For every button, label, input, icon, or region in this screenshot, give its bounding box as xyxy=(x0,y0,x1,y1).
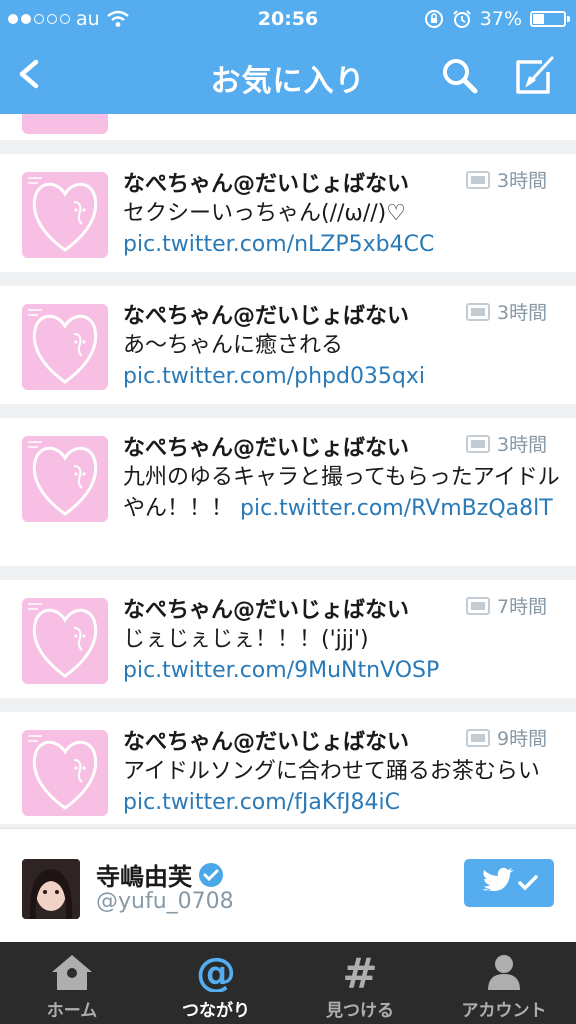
compose-icon[interactable] xyxy=(512,54,558,98)
tweet-avatar[interactable] xyxy=(22,436,108,522)
profile-name: 寺嶋由芙 xyxy=(96,863,192,891)
svg-text:#: # xyxy=(342,952,377,992)
tweet-avatar[interactable] xyxy=(22,598,108,684)
tweet-row[interactable]: なぺちゃん@だいじょばない 9時間アイドルソングに合わせて踊るお茶むらい pic.… xyxy=(0,698,576,824)
tweet-link[interactable]: pic.twitter.com/fJaKfJ84iC xyxy=(123,790,400,815)
tab-bar: ホーム @ つながり # 見つける アカウント xyxy=(0,942,576,1024)
battery-icon xyxy=(530,11,570,27)
tweet-row[interactable]: なぺちゃん@だいじょばない 7時間じぇじぇじぇ！！！('jjj') pic.twi… xyxy=(0,566,576,699)
follow-button[interactable] xyxy=(464,859,554,907)
tweet-text: セクシーいっちゃん(//ω//)♡ pic.twitter.com/nLZP5x… xyxy=(123,198,563,260)
tweet-author[interactable]: なぺちゃん@だいじょばない xyxy=(123,298,409,330)
profile-handle: @yufu_0708 xyxy=(96,889,234,914)
alarm-icon xyxy=(453,10,471,28)
rotation-lock-icon xyxy=(424,10,443,28)
tweet-separator xyxy=(0,698,576,712)
status-bar: au 20:56 37% xyxy=(0,0,576,40)
tweet-separator xyxy=(0,404,576,418)
media-icon xyxy=(466,729,490,747)
battery-percent: 37% xyxy=(479,8,522,30)
tab-home-label: ホーム xyxy=(46,1001,98,1021)
tweet-link[interactable]: pic.twitter.com/RVmBzQa8lT xyxy=(240,496,553,521)
tweet-time: 3時間 xyxy=(497,302,548,324)
twitter-bird-icon xyxy=(482,867,538,891)
page-title: お気に入り xyxy=(210,64,366,99)
tab-account[interactable]: アカウント xyxy=(432,942,576,1024)
profile-avatar[interactable] xyxy=(22,859,80,919)
tab-discover[interactable]: # 見つける xyxy=(288,942,432,1024)
tweet-time: 3時間 xyxy=(497,434,548,456)
tweet-author[interactable]: なぺちゃん@だいじょばない xyxy=(123,592,409,624)
tab-connect-label: つながり xyxy=(182,1001,250,1021)
tweet-row[interactable]: なぺちゃん@だいじょばない 3時間あ〜ちゃんに癒される pic.twitter.c… xyxy=(0,272,576,405)
tweet-avatar[interactable] xyxy=(22,172,108,258)
tweet-text: 九州のゆるキャラと撮ってもらったアイドルやん！！！ pic.twitter.co… xyxy=(123,462,563,524)
tweet-body: あ〜ちゃんに癒される xyxy=(123,333,344,358)
tweet-list[interactable]: なぺちゃん@だいじょばない 3時間 セクシーいっちゃん(//ω//)♡ pic.tw… xyxy=(0,114,576,824)
tweet-separator xyxy=(0,272,576,286)
tweet-time: 3時間 xyxy=(497,170,548,192)
tweet-link[interactable]: pic.twitter.com/nLZP5xb4CC xyxy=(123,232,434,257)
tweet-separator xyxy=(0,140,576,154)
media-icon xyxy=(466,171,490,189)
home-icon xyxy=(52,955,92,990)
tweet-body: セクシーいっちゃん(//ω//)♡ xyxy=(123,201,406,226)
tweet-text: じぇじぇじぇ！！！('jjj') pic.twitter.com/9MuNtnV… xyxy=(123,624,563,686)
tweet-body: じぇじぇじぇ！！！('jjj') xyxy=(123,627,369,652)
media-icon xyxy=(466,435,490,453)
tweet-author[interactable]: なぺちゃん@だいじょばない xyxy=(123,724,409,756)
tweet-body: アイドルソングに合わせて踊るお茶むらい xyxy=(123,759,540,784)
tweet-row[interactable]: なぺちゃん@だいじょばない 3時間セクシーいっちゃん(//ω//)♡ pic.tw… xyxy=(0,140,576,273)
tweet-author[interactable]: なぺちゃん@だいじょばない xyxy=(123,166,409,198)
tab-account-label: アカウント xyxy=(461,1001,547,1021)
tab-connect[interactable]: @ つながり xyxy=(144,942,288,1024)
tweet-text: アイドルソングに合わせて踊るお茶むらい pic.twitter.com/fJaK… xyxy=(123,756,563,818)
tweet-link[interactable]: pic.twitter.com/phpd035qxi xyxy=(123,364,425,389)
tweet-avatar[interactable] xyxy=(22,730,108,816)
at-icon: @ xyxy=(196,952,236,992)
tweet-row[interactable]: なぺちゃん@だいじょばない 3時間九州のゆるキャラと撮ってもらったアイドルやん！！… xyxy=(0,404,576,567)
person-icon xyxy=(488,955,520,990)
hash-icon: # xyxy=(342,952,377,992)
search-icon[interactable] xyxy=(440,56,480,96)
nav-bar: お気に入り xyxy=(0,40,576,114)
partial-tweet[interactable] xyxy=(0,114,576,141)
tweet-link[interactable]: pic.twitter.com/9MuNtnVOSP xyxy=(123,658,439,683)
svg-text:@: @ xyxy=(196,952,236,992)
tweet-text: あ〜ちゃんに癒される pic.twitter.com/phpd035qxi xyxy=(123,330,563,392)
tweet-time: 9時間 xyxy=(497,728,548,750)
tweet-time: 7時間 xyxy=(497,596,548,618)
media-icon xyxy=(466,597,490,615)
media-icon xyxy=(466,303,490,321)
profile-bar[interactable]: 寺嶋由芙 @yufu_0708 xyxy=(0,828,576,943)
tab-home[interactable]: ホーム xyxy=(0,942,144,1024)
tweet-separator xyxy=(0,566,576,580)
tweet-author[interactable]: なぺちゃん@だいじょばない xyxy=(123,430,409,462)
verified-badge-icon xyxy=(199,862,223,887)
tweet-avatar[interactable] xyxy=(22,304,108,390)
tab-discover-label: 見つける xyxy=(326,1001,394,1021)
